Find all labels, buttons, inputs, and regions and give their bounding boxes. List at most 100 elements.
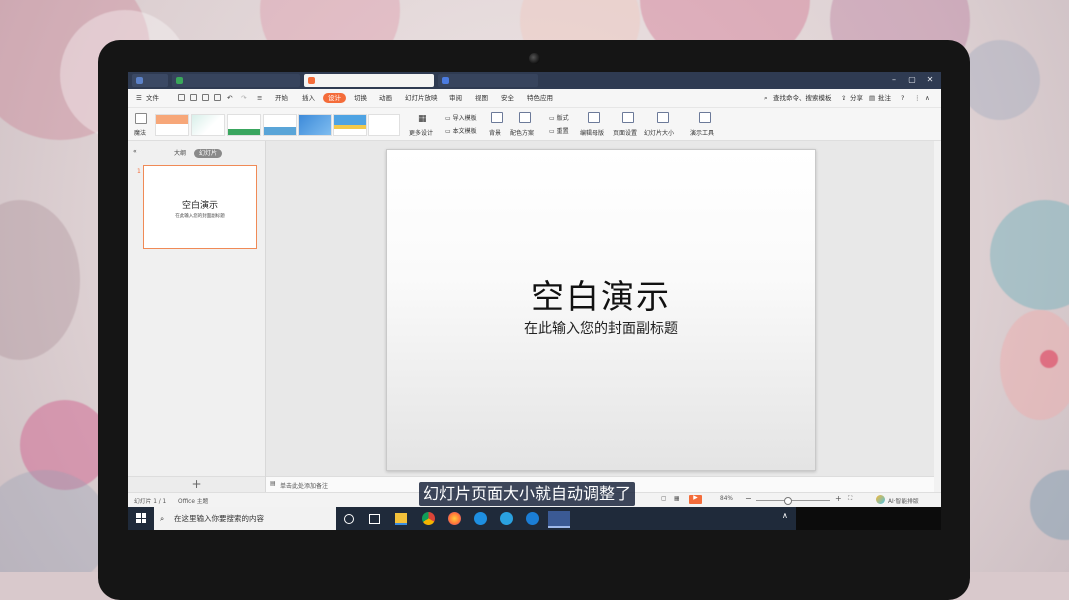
redo-icon[interactable]: ↷ [241,93,246,103]
save-icon[interactable] [178,94,185,101]
slide-subtitle[interactable]: 在此输入您的封面副标题 [387,318,815,338]
color-scheme-button[interactable]: 配色方案 [510,128,534,137]
zoom-slider-thumb[interactable] [784,497,792,505]
app-tab[interactable] [172,74,300,87]
hamburger-icon[interactable]: ☰ [136,93,142,103]
app-tab-bar: – ▢ ✕ [128,72,941,89]
tab-transition[interactable]: 切换 [354,93,367,103]
layout-button[interactable]: ▭ 版式 [549,113,569,122]
help-icon[interactable]: ? [901,93,904,103]
app-tab[interactable] [438,74,538,87]
collapse-ribbon-icon[interactable]: ∧ [925,93,930,103]
file-menu[interactable]: 文件 [146,93,159,103]
share-button[interactable]: 分享 [850,93,863,103]
text-template-button[interactable]: ▭ 本文模板 [445,126,477,135]
file-explorer-icon[interactable] [395,513,407,525]
windows-start-icon[interactable] [136,513,146,523]
design-template[interactable] [263,114,297,136]
design-template[interactable] [191,114,225,136]
customize-icon[interactable]: ≡ [257,93,262,103]
presentation-tools-button[interactable]: 演示工具 [690,128,714,137]
edit-master-icon[interactable] [588,112,600,123]
minimize-icon[interactable]: – [888,74,900,86]
magic-wand-icon[interactable] [135,113,147,124]
taskbar-search[interactable]: ⌕ 在这里输入你要搜索的内容 [154,507,336,530]
slide-size-button[interactable]: 幻灯片大小 [644,128,674,137]
background-button[interactable]: 背景 [489,128,501,137]
grid-icon[interactable]: ▦ [418,114,427,124]
system-tray-chevron-icon[interactable]: ∧ [782,511,788,520]
view-sorter-icon[interactable]: ▦ [674,496,679,502]
export-icon[interactable] [190,94,197,101]
page-setup-icon[interactable] [622,112,634,123]
zoom-slider[interactable] [756,500,830,501]
tab-home[interactable]: 开始 [275,93,288,103]
more-icon[interactable]: ⋮ [914,93,921,103]
vertical-scrollbar[interactable] [934,141,941,499]
more-design-button[interactable]: 更多设计 [409,128,433,137]
view-normal-icon[interactable]: ▢ [661,496,666,502]
slide-thumbnail[interactable]: 空白演示 在此输入您的封面副标题 [143,165,257,249]
app-icon[interactable] [500,512,513,525]
design-ribbon: 魔法 ▦ 更多设计 ▭ 导入模板 ▭ 本文模板 背景 配色方案 ▭ 版式 ▭ 重… [128,108,941,141]
thumbnail-subtitle: 在此输入您的封面副标题 [175,214,225,219]
tab-slides[interactable]: 幻灯片 [194,149,223,158]
thumbnail-title: 空白演示 [181,201,218,211]
maximize-icon[interactable]: ▢ [906,74,918,86]
import-template-button[interactable]: ▭ 导入模板 [445,113,477,122]
qq-browser-icon[interactable] [474,512,487,525]
reset-button[interactable]: ▭ 重置 [549,126,569,135]
design-template[interactable] [298,114,332,136]
edit-master-button[interactable]: 编辑母版 [580,128,604,137]
close-icon[interactable]: ✕ [924,74,936,86]
app-tab[interactable] [132,74,168,87]
fit-window-icon[interactable]: ⛶ [848,496,852,503]
tab-review[interactable]: 审阅 [449,93,462,103]
add-slide-button[interactable]: + [128,476,265,493]
task-view-icon[interactable] [369,514,380,524]
search-icon: ⌕ [160,514,165,523]
slide-title[interactable]: 空白演示 [387,270,815,318]
chrome-icon[interactable] [422,512,435,525]
color-scheme-icon[interactable] [519,112,531,123]
collapse-panel-icon[interactable]: « [133,147,137,156]
magic-button[interactable]: 魔法 [134,128,146,137]
tab-outline[interactable]: 大纲 [174,149,186,158]
tab-slideshow[interactable]: 幻灯片放映 [405,93,438,103]
command-search[interactable]: 查找命令、搜索模板 [773,93,832,103]
tab-features[interactable]: 特色应用 [527,93,553,103]
slide-size-icon[interactable] [657,112,669,123]
page-setup-button[interactable]: 页面设置 [613,128,637,137]
comment-button[interactable]: 批注 [878,93,891,103]
design-template[interactable] [227,114,261,136]
video-caption: 幻灯片页面大小就自动调整了 [419,482,636,506]
tab-design[interactable]: 设计 [323,93,346,103]
zoom-in-icon[interactable]: + [835,494,842,503]
presentation-tools-icon[interactable] [699,112,711,123]
tab-insert[interactable]: 插入 [302,93,315,103]
design-template[interactable] [368,114,400,136]
background-icon[interactable] [491,112,503,123]
tab-security[interactable]: 安全 [501,93,514,103]
design-template[interactable] [155,114,189,136]
share-icon[interactable]: ⇪ [841,93,846,103]
cortana-icon[interactable] [344,514,354,524]
comment-icon[interactable]: ▤ [869,93,875,103]
firefox-icon[interactable] [448,512,461,525]
preview-icon[interactable] [214,94,221,101]
tab-view[interactable]: 视图 [475,93,488,103]
slide[interactable]: 空白演示 在此输入您的封面副标题 [386,149,816,471]
wps-icon[interactable] [548,511,570,528]
slide-panel: « 大纲 幻灯片 1 空白演示 在此输入您的封面副标题 [128,141,266,499]
zoom-out-icon[interactable]: − [745,494,752,503]
tab-animation[interactable]: 动画 [379,93,392,103]
undo-icon[interactable]: ↶ [227,93,232,103]
zoom-level[interactable]: 84% [720,496,733,502]
print-icon[interactable] [202,94,209,101]
design-template[interactable] [333,114,367,136]
search-icon[interactable]: ⌕ [764,93,768,103]
ai-layout-button[interactable]: AI·智能排版 [888,496,919,505]
edge-icon[interactable] [526,512,539,525]
view-reading-icon[interactable]: ▶ [689,495,702,504]
app-tab-active[interactable] [304,74,434,87]
